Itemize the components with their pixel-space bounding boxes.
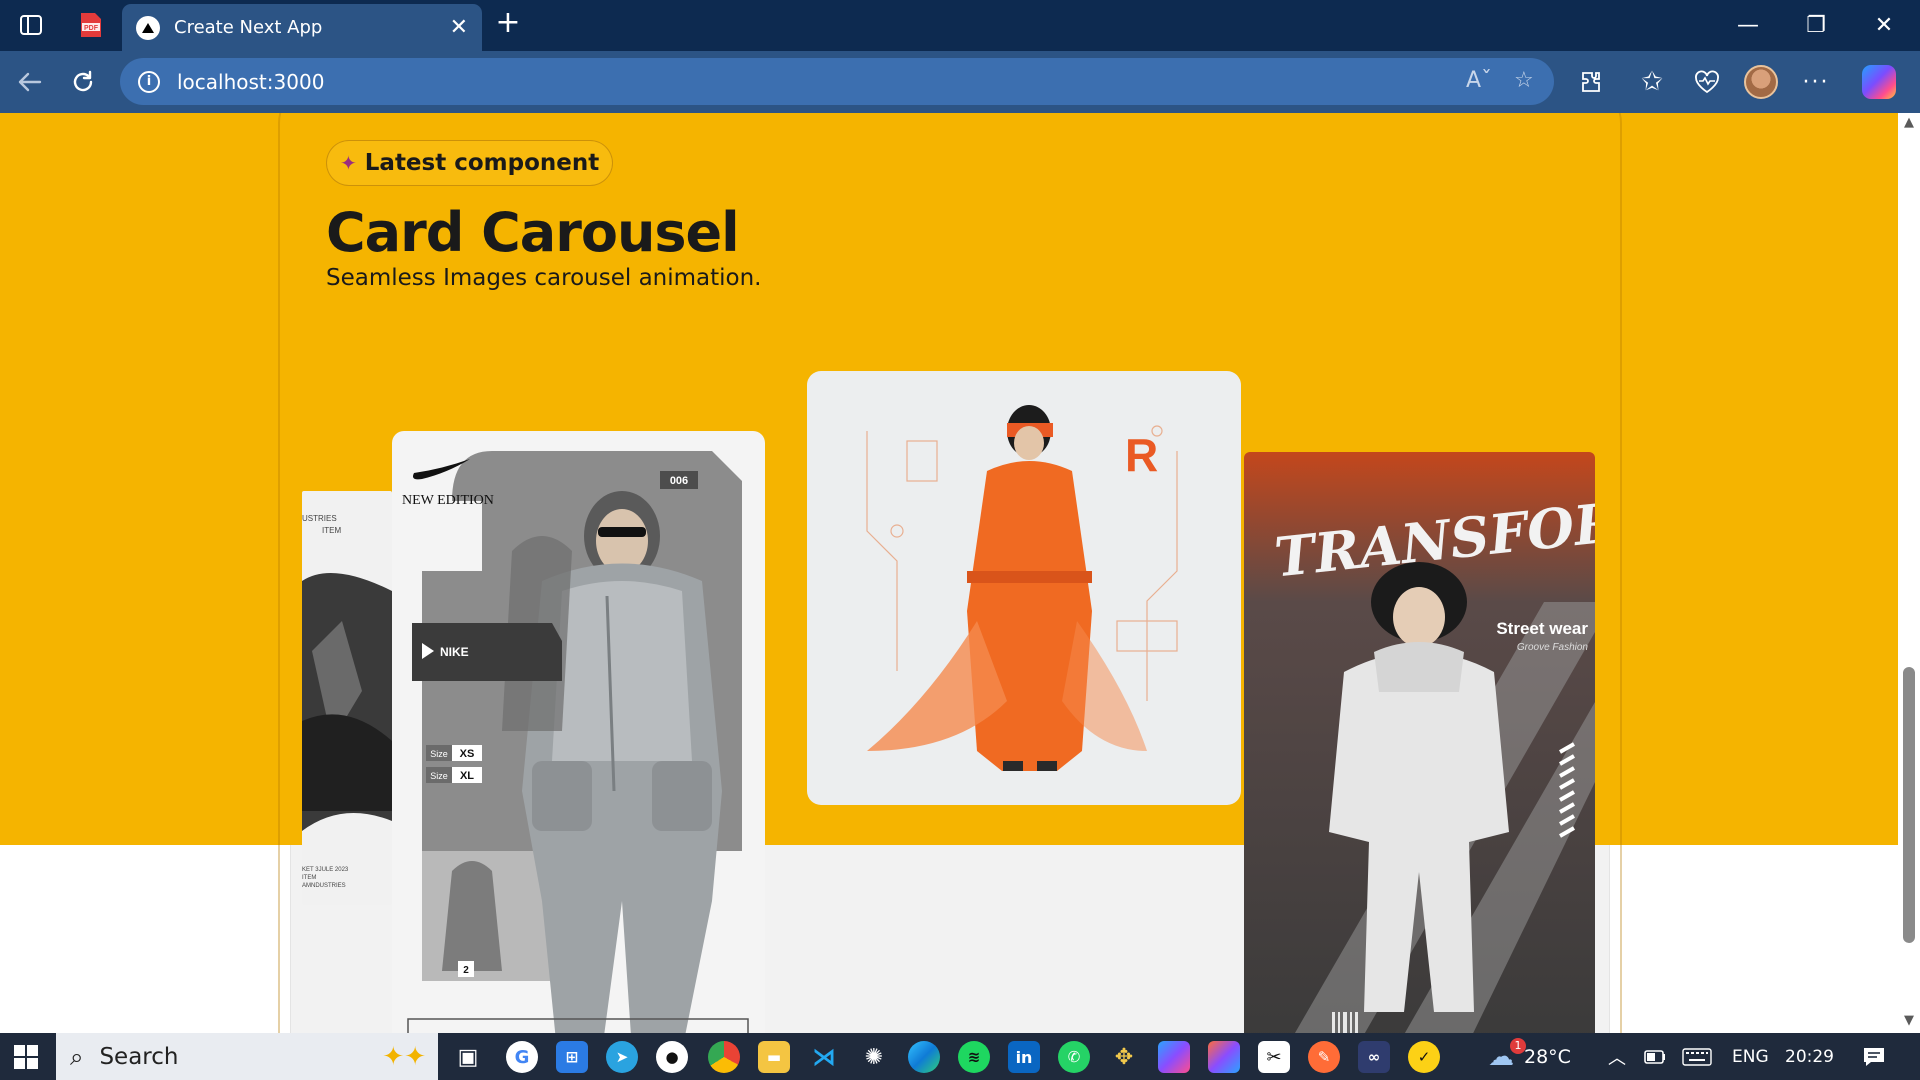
page-scrollbar[interactable]: ▲ ▼ <box>1898 113 1920 1033</box>
nike-card-number: 006 <box>670 475 688 487</box>
sidebar-icon[interactable] <box>16 12 46 38</box>
carousel-card-streetwear[interactable]: TRANSFORM Street wear Groove Fashion <box>1244 452 1595 1033</box>
carousel-card-nike[interactable]: NEW EDITION 006 NIKE Size XS Size XL 2 <box>392 431 765 1033</box>
copilot-app-icon[interactable] <box>1158 1041 1190 1073</box>
linkedin-icon[interactable]: in <box>1008 1041 1040 1073</box>
clock[interactable]: 20:29 <box>1785 1033 1834 1080</box>
chat-icon[interactable]: ● <box>656 1041 688 1073</box>
weather-badge: 1 <box>1510 1037 1526 1054</box>
tab-title: Create Next App <box>174 17 323 38</box>
address-bar[interactable]: i localhost:3000 Aˇ ☆ <box>120 58 1554 105</box>
page-subtitle: Seamless Images carousel animation. <box>326 265 762 291</box>
battery-icon[interactable] <box>1644 1033 1666 1080</box>
read-aloud-icon[interactable]: Aˇ <box>1466 68 1492 93</box>
language-indicator[interactable]: ENG <box>1732 1033 1769 1080</box>
back-icon[interactable] <box>12 65 46 99</box>
profile-avatar[interactable] <box>1742 63 1780 101</box>
size-label-1: Size <box>430 749 448 759</box>
extensions-icon[interactable] <box>1573 63 1611 101</box>
favorite-star-icon[interactable]: ☆ <box>1514 68 1534 93</box>
show-hidden-icons-icon[interactable]: ︿ <box>1608 1033 1626 1080</box>
nike-brand-text: NIKE <box>440 645 469 659</box>
badge-label: Latest component <box>364 150 600 176</box>
weather-widget[interactable]: ☁ 1 28°C <box>1488 1033 1571 1080</box>
chatgpt-icon[interactable]: ✺ <box>858 1041 890 1073</box>
edge-icon[interactable] <box>908 1041 940 1073</box>
page-viewport: ✦ Latest component Card Carousel Seamles… <box>0 113 1898 1033</box>
browser-tab-active[interactable]: Create Next App ✕ <box>122 4 482 51</box>
pdf-icon[interactable]: PDF <box>76 10 106 40</box>
store-icon[interactable]: ⊞ <box>556 1041 588 1073</box>
carousel-card-orange[interactable]: R <box>807 371 1241 805</box>
size-xs: XS <box>460 748 475 760</box>
tab-close-icon[interactable]: ✕ <box>450 15 468 40</box>
google-icon[interactable]: G <box>506 1041 538 1073</box>
search-icon: ⌕ <box>70 1042 84 1071</box>
app-icon[interactable]: ✥ <box>1108 1041 1140 1073</box>
browser-title-bar: PDF Create Next App ✕ + — ❐ ✕ <box>0 0 1920 51</box>
vscode-icon[interactable]: ⋊ <box>808 1041 840 1073</box>
minimize-button[interactable]: — <box>1714 0 1782 51</box>
info-icon[interactable]: i <box>138 70 160 93</box>
url-text[interactable]: localhost:3000 <box>177 70 324 94</box>
svg-text:PDF: PDF <box>84 25 99 32</box>
chrome-icon[interactable] <box>708 1041 740 1073</box>
more-icon[interactable]: ··· <box>1797 63 1835 101</box>
spotify-icon[interactable]: ≋ <box>958 1041 990 1073</box>
keyboard-icon[interactable] <box>1682 1033 1712 1080</box>
size-label-2: Size <box>430 771 448 781</box>
left-card-footer-1: KET 3JULE 2023 <box>302 867 349 873</box>
close-window-button[interactable]: ✕ <box>1850 0 1918 51</box>
windows-taskbar: ⌕ Search ✦✦ ▣ G ⊞ ➤ ● ▬ ⋊ ✺ ≋ in ✆ ✥ ✂ ✎… <box>0 1033 1920 1080</box>
left-card-top-text: USTRIES <box>302 514 337 523</box>
restore-button[interactable]: ❐ <box>1782 0 1850 51</box>
new-tab-button[interactable]: + <box>493 8 523 38</box>
start-icon[interactable] <box>10 1041 42 1073</box>
postman-icon[interactable]: ✎ <box>1308 1041 1340 1073</box>
streetwear-tagline: Groove Fashion <box>1517 642 1589 653</box>
nike-page-number: 2 <box>463 965 469 976</box>
scroll-up-arrow-icon[interactable]: ▲ <box>1901 115 1917 131</box>
weather-temperature: 28°C <box>1524 1045 1571 1068</box>
nextjs-favicon-icon <box>136 15 160 40</box>
m365-icon[interactable] <box>1208 1041 1240 1073</box>
norton-icon[interactable]: ✓ <box>1408 1041 1440 1073</box>
telegram-icon[interactable]: ➤ <box>606 1041 638 1073</box>
browser-essentials-icon[interactable] <box>1688 63 1726 101</box>
page-title: Card Carousel <box>326 201 740 264</box>
carousel-card-left-partial[interactable]: USTRIES ITEM KET 3JULE 2023 ITEM AMNDUST… <box>302 491 392 905</box>
taskbar-search[interactable]: ⌕ Search ✦✦ <box>56 1033 438 1080</box>
nike-edition-text: NEW EDITION <box>402 493 494 508</box>
left-card-footer-2: ITEM <box>302 875 316 881</box>
orange-card-logo: R <box>1125 429 1158 481</box>
notifications-icon[interactable] <box>1862 1033 1886 1080</box>
refresh-icon[interactable] <box>66 65 100 99</box>
capcut-icon[interactable]: ✂ <box>1258 1041 1290 1073</box>
file-explorer-icon[interactable]: ▬ <box>758 1041 790 1073</box>
whatsapp-icon[interactable]: ✆ <box>1058 1041 1090 1073</box>
copilot-icon[interactable] <box>1860 63 1898 101</box>
left-card-footer-3: AMNDUSTRIES <box>302 883 346 889</box>
browser-toolbar: i localhost:3000 Aˇ ☆ ✩ ··· <box>0 51 1920 113</box>
favorites-icon[interactable]: ✩ <box>1633 63 1671 101</box>
visual-studio-icon[interactable]: ∞ <box>1358 1041 1390 1073</box>
search-highlight-icon: ✦✦ <box>382 1041 426 1072</box>
size-xl: XL <box>460 770 474 782</box>
streetwear-headline: Street wear <box>1496 619 1588 638</box>
scroll-down-arrow-icon[interactable]: ▼ <box>1901 1013 1917 1029</box>
latest-component-badge: ✦ Latest component <box>326 140 614 186</box>
scrollbar-thumb[interactable] <box>1903 667 1915 943</box>
left-card-item-text: ITEM <box>322 526 341 535</box>
cloud-icon: ☁ 1 <box>1488 1037 1526 1072</box>
search-placeholder: Search <box>99 1043 179 1070</box>
sparkle-icon: ✦ <box>340 151 357 175</box>
task-view-icon[interactable]: ▣ <box>452 1041 484 1073</box>
